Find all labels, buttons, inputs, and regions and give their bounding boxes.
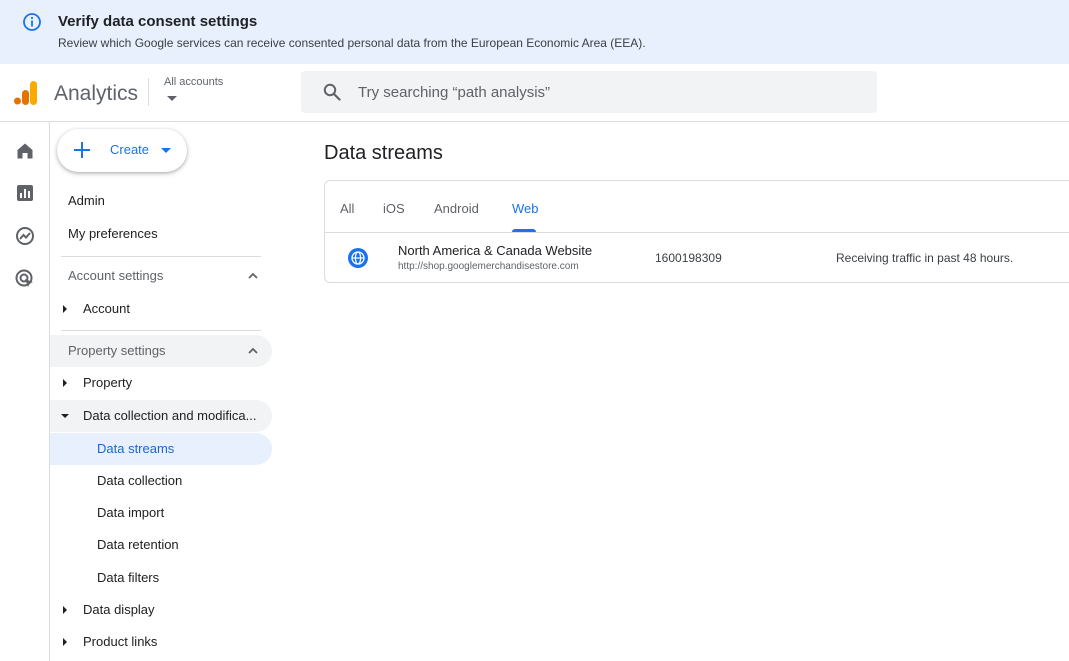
banner-title: Verify data consent settings: [58, 13, 258, 30]
search-bar[interactable]: [301, 71, 877, 113]
sidebar-item-data-retention[interactable]: Data retention: [50, 529, 272, 561]
sidebar-item-label: Data collection and modifica...: [83, 408, 257, 423]
info-icon: [23, 13, 41, 31]
tab-android[interactable]: Android: [434, 201, 479, 216]
rail-home[interactable]: [13, 139, 37, 163]
caret-right-icon: [63, 379, 67, 387]
sidebar-item-data-display[interactable]: Data display: [50, 594, 272, 626]
sidebar-item-label: Account: [83, 301, 130, 316]
caret-down-icon: [61, 414, 69, 418]
sidebar-section-property-settings[interactable]: Property settings: [50, 335, 272, 367]
table-row[interactable]: North America & Canada Website http://sh…: [325, 233, 1069, 283]
sidebar-item-label: My preferences: [68, 226, 158, 241]
stream-url: http://shop.googlemerchandisestore.com: [398, 261, 579, 272]
sidebar-item-my-preferences[interactable]: My preferences: [50, 218, 272, 250]
sidebar-item-label: Property: [83, 375, 133, 390]
caret-right-icon: [63, 305, 67, 313]
globe-icon: [348, 248, 368, 268]
page-title: Data streams: [324, 142, 443, 164]
analytics-logo-icon[interactable]: [13, 80, 39, 106]
create-button[interactable]: Create: [57, 129, 187, 172]
sidebar-item-data-collection-modification[interactable]: Data collection and modifica...: [50, 400, 272, 432]
stream-name: North America & Canada Website: [398, 243, 593, 258]
sidebar-item-label: Data display: [83, 602, 155, 617]
account-picker-label: All accounts: [164, 76, 224, 88]
search-icon: [323, 83, 341, 101]
caret-right-icon: [63, 606, 67, 614]
sidebar-item-admin[interactable]: Admin: [50, 185, 272, 217]
explore-icon: [16, 227, 34, 245]
sidebar-item-product-links[interactable]: Product links: [50, 626, 272, 658]
top-header: Analytics All accounts: [0, 64, 1069, 122]
sidebar-item-data-filters[interactable]: Data filters: [50, 562, 272, 594]
sidebar-item-data-streams[interactable]: Data streams: [50, 433, 272, 465]
rail-explore[interactable]: [13, 224, 37, 248]
chevron-up-icon: [248, 347, 258, 354]
sidebar-item-account[interactable]: Account: [50, 293, 272, 325]
sidebar-item-label: Admin: [68, 193, 105, 208]
sidebar-item-label: Data collection: [97, 473, 183, 488]
rail-reports[interactable]: [13, 181, 37, 205]
sidebar-item-data-collection[interactable]: Data collection: [50, 465, 272, 497]
data-streams-card: All iOS Android Web North America & Cana…: [324, 180, 1069, 283]
sidebar-section-label: Account settings: [68, 268, 164, 283]
create-label: Create: [110, 142, 150, 157]
tab-web[interactable]: Web: [512, 201, 539, 216]
reports-icon: [17, 185, 33, 201]
sidebar-item-label: Data retention: [97, 537, 179, 552]
chevron-down-icon: [161, 148, 171, 153]
sidebar-item-label: Data import: [97, 505, 165, 520]
chevron-down-icon: [167, 96, 177, 101]
chevron-up-icon: [248, 272, 258, 279]
app-name: Analytics: [54, 82, 139, 105]
advertising-icon: [15, 269, 33, 287]
caret-right-icon: [63, 638, 67, 646]
sidebar-section-account-settings[interactable]: Account settings: [50, 260, 272, 292]
admin-sidebar: Create Admin My preferences Account sett…: [50, 122, 280, 661]
consent-banner: Verify data consent settings Review whic…: [0, 0, 1069, 64]
sidebar-item-data-import[interactable]: Data import: [50, 497, 272, 529]
sidebar-item-label: Data filters: [97, 570, 160, 585]
rail-advertising[interactable]: [13, 267, 37, 291]
tab-ios[interactable]: iOS: [383, 201, 405, 216]
sidebar-section-label: Property settings: [68, 343, 166, 358]
stream-id: 1600198309: [655, 251, 722, 265]
header-divider: [148, 78, 149, 106]
banner-text: Review which Google services can receive…: [58, 36, 646, 50]
search-input[interactable]: [358, 71, 858, 113]
tab-all[interactable]: All: [340, 201, 354, 216]
sidebar-item-property[interactable]: Property: [50, 367, 272, 399]
stream-status: Receiving traffic in past 48 hours.: [836, 251, 1014, 265]
sidebar-item-label: Data streams: [97, 441, 175, 456]
divider: [61, 256, 261, 257]
left-rail: [0, 122, 50, 661]
home-icon: [17, 143, 33, 159]
sidebar-item-label: Product links: [83, 634, 158, 649]
plus-icon: [74, 142, 90, 158]
divider: [61, 330, 261, 331]
